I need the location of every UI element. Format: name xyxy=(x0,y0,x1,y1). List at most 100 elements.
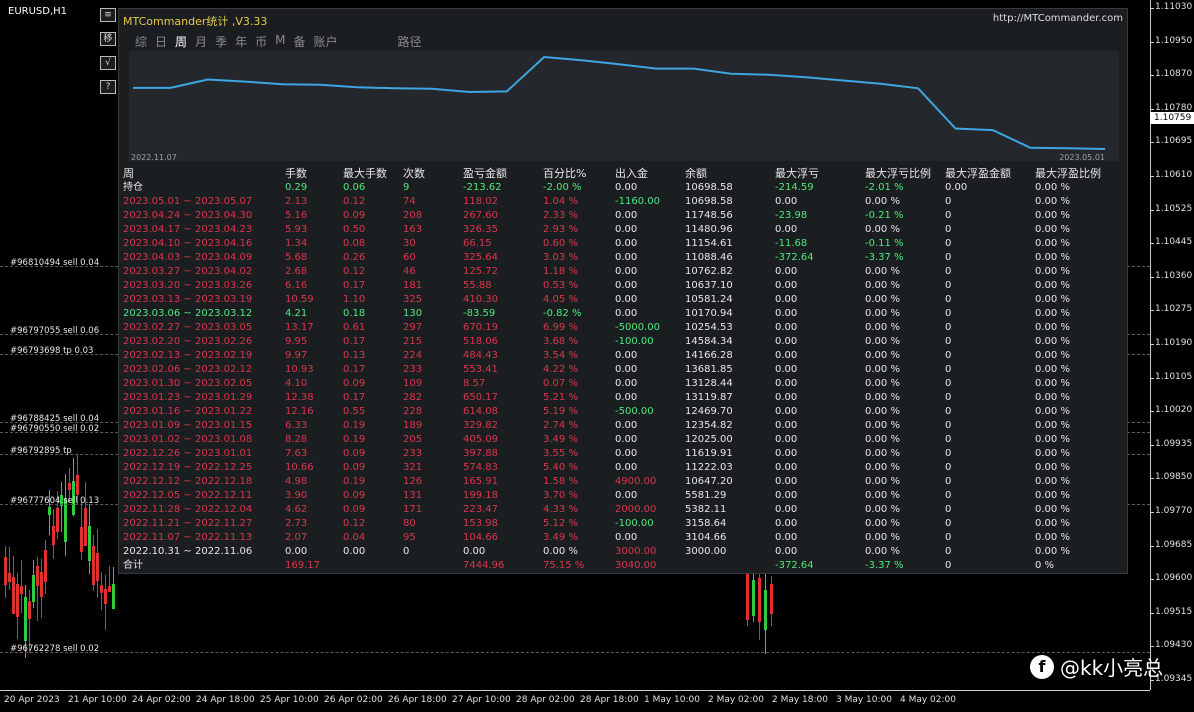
candle-body xyxy=(112,583,115,609)
cell-9: 0.00 % xyxy=(865,308,900,319)
cell-8: 0.00 xyxy=(775,504,798,515)
candle-body xyxy=(96,553,99,581)
tab-8[interactable]: 备 xyxy=(293,33,305,51)
cell-5: 3.03 % xyxy=(543,252,578,263)
cell-4: 8.57 xyxy=(463,378,486,389)
cell-10: 0 xyxy=(945,336,952,347)
cell-6: 4900.00 xyxy=(615,476,657,487)
cell-5: 4.05 % xyxy=(543,294,578,305)
tab-1[interactable]: 日 xyxy=(155,33,167,51)
mtcommander-stats-window[interactable]: MTCommander统计 ,V3.33 http://MTCommander.… xyxy=(118,8,1128,574)
weekly-stats-table: 周 手数 最大手数 次数 盈亏金额 百分比% 出入金 余额 最大浮亏 最大浮亏比例 最大浮盈金额 最大… xyxy=(123,167,1123,573)
cell-2: 0.61 xyxy=(343,322,366,333)
candle-body xyxy=(104,588,107,605)
cell-10: 0 xyxy=(945,210,952,221)
cell-2: 0.17 xyxy=(343,392,366,403)
cell-4: 0.00 xyxy=(463,546,486,557)
cell-1: 12.38 xyxy=(285,392,314,403)
tab-7[interactable]: M xyxy=(275,33,285,51)
cell-1: 2.13 xyxy=(285,196,308,207)
cell-3: 130 xyxy=(403,308,423,319)
table-row: 2023.05.01 ~ 2023.05.07 2.13 0.12 74 118.02 1… xyxy=(123,195,1123,209)
cell-11: 0.00 % xyxy=(1035,210,1070,221)
cell-8: 0.00 xyxy=(775,322,798,333)
cell-10: 0 xyxy=(945,322,952,333)
cell-10: 0 xyxy=(945,196,952,207)
cell-9: 0.00 % xyxy=(865,476,900,487)
tab-2[interactable]: 周 xyxy=(175,33,187,51)
cell-11: 0.00 % xyxy=(1035,252,1070,263)
side-button[interactable]: 移 xyxy=(100,32,116,46)
cell-11: 最大浮盈比例 xyxy=(1035,167,1101,180)
cell-3: 215 xyxy=(403,336,423,347)
cell-8: 0.00 xyxy=(775,392,798,403)
table-row: 2023.02.13 ~ 2023.02.19 9.97 0.13 224 484.43… xyxy=(123,349,1123,363)
tab-0[interactable]: 综 xyxy=(135,33,147,51)
order-label: #96777604 sell 0.13 xyxy=(10,496,100,506)
cell-7: 11748.56 xyxy=(685,210,733,221)
cell-5: 5.12 % xyxy=(543,518,578,529)
price-tick: 1.09685 xyxy=(1149,539,1193,550)
cell-10: 0 xyxy=(945,238,952,249)
cell-9: -3.37 % xyxy=(865,252,904,263)
table-row: 2023.04.10 ~ 2023.04.16 1.34 0.08 30 66.15 0.… xyxy=(123,237,1123,251)
cell-9: 0.00 % xyxy=(865,434,900,445)
cell-1: 4.21 xyxy=(285,308,308,319)
cell-8: 0.00 xyxy=(775,378,798,389)
cell-1: 9.97 xyxy=(285,350,308,361)
cell-8: 0.00 xyxy=(775,546,798,557)
cell-9: 0.00 % xyxy=(865,322,900,333)
cell-7: 3158.64 xyxy=(685,518,727,529)
tab-10[interactable]: 路径 xyxy=(398,33,422,51)
cell-1: 4.62 xyxy=(285,504,308,515)
cell-11: 0.00 % xyxy=(1035,406,1070,417)
cell-4: 267.60 xyxy=(463,210,498,221)
table-row: 2023.02.20 ~ 2023.02.26 9.95 0.17 215 518.06… xyxy=(123,335,1123,349)
cell-8: 0.00 xyxy=(775,294,798,305)
cell-6: 2000.00 xyxy=(615,504,657,515)
cell-6: -100.00 xyxy=(615,518,654,529)
cell-6: 3000.00 xyxy=(615,546,657,557)
cell-0: 周 xyxy=(123,167,134,180)
cell-5: 5.19 % xyxy=(543,406,578,417)
candle-body xyxy=(80,527,83,552)
website-link[interactable]: http://MTCommander.com xyxy=(993,13,1123,24)
cell-8: 0.00 xyxy=(775,196,798,207)
cell-8: 0.00 xyxy=(775,448,798,459)
tab-3[interactable]: 月 xyxy=(195,33,207,51)
watermark: f @kk小亮总 xyxy=(1030,652,1163,681)
cell-3: 282 xyxy=(403,392,423,403)
time-tick: 27 Apr 10:00 xyxy=(452,695,511,705)
cell-0: 2023.03.27 ~ 2023.04.02 xyxy=(123,266,253,277)
cell-6: 0.00 xyxy=(615,252,638,263)
price-axis[interactable]: 1.11030 1.10950 1.10870 1.10780 1.10695 1.106… xyxy=(1149,0,1194,690)
cell-4: 518.06 xyxy=(463,336,498,347)
time-axis[interactable]: 20 Apr 2023 21 Apr 10:00 24 Apr 02:00 24 Ap… xyxy=(0,690,1150,712)
tab-9[interactable]: 账户 xyxy=(313,33,337,51)
cell-5: -2.00 % xyxy=(543,182,582,193)
tab-5[interactable]: 年 xyxy=(235,33,247,51)
cell-5: 75.15 % xyxy=(543,560,585,571)
candle-body xyxy=(48,506,51,515)
price-tick: 1.10525 xyxy=(1149,203,1193,214)
side-button[interactable]: ≡ xyxy=(100,8,116,22)
cell-6: 0.00 xyxy=(615,448,638,459)
cell-11: 0.00 % xyxy=(1035,294,1070,305)
cell-2: 0.06 xyxy=(343,182,366,193)
tab-6[interactable]: 币 xyxy=(255,33,267,51)
cell-1: 13.17 xyxy=(285,322,314,333)
cell-10: 最大浮盈金额 xyxy=(945,167,1011,180)
side-button[interactable]: ? xyxy=(100,80,116,94)
period-tabs: 综日周月季年币 M 备账户 路径 xyxy=(135,33,430,51)
cell-6: 0.00 xyxy=(615,364,638,375)
cell-11: 0.00 % xyxy=(1035,462,1070,473)
cell-7: 10254.53 xyxy=(685,322,733,333)
cell-6: 0.00 xyxy=(615,294,638,305)
side-button[interactable]: √ xyxy=(100,56,116,70)
price-tick: 1.10695 xyxy=(1149,136,1193,147)
table-row: 2023.02.27 ~ 2023.03.05 13.17 0.61 297 670.1… xyxy=(123,321,1123,335)
cell-0: 2023.02.20 ~ 2023.02.26 xyxy=(123,336,253,347)
order-label: #96788425 sell 0.04 xyxy=(10,414,100,424)
tab-4[interactable]: 季 xyxy=(215,33,227,51)
cell-5: -0.82 % xyxy=(543,308,582,319)
